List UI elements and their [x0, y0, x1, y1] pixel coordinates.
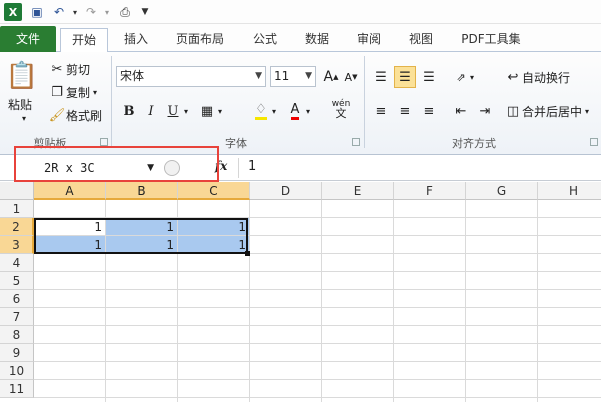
- scissors-icon: ✂: [51, 61, 63, 77]
- tab-insert[interactable]: 插入: [114, 28, 158, 52]
- fill-handle[interactable]: [245, 251, 250, 256]
- chevron-down-icon: ▼: [305, 71, 312, 81]
- row-header-11[interactable]: 11: [0, 380, 34, 398]
- select-all-button[interactable]: [0, 182, 34, 200]
- font-color-dropdown-icon[interactable]: ▾: [302, 100, 314, 122]
- paste-icon[interactable]: 📋: [6, 56, 38, 96]
- increase-indent-icon[interactable]: ⇥: [474, 100, 496, 122]
- tab-formulas[interactable]: 公式: [244, 28, 286, 52]
- alignment-launcher-icon[interactable]: [590, 138, 598, 146]
- ribbon: 📋 粘贴 ▾ ✂ 剪切 ❐ 复制 ▾ 🖌 格式刷 剪贴板 宋体 ▼ 11 ▼ A ▲ A ▼ B…: [0, 52, 601, 155]
- copy-button[interactable]: ❐ 复制 ▾: [48, 83, 97, 101]
- formula-input[interactable]: 1: [248, 159, 256, 174]
- cut-button[interactable]: ✂ 剪切: [48, 60, 90, 78]
- row-header-1[interactable]: 1: [0, 200, 34, 218]
- phonetic-guide-button[interactable]: wén 文: [326, 98, 356, 120]
- wrap-text-button[interactable]: ↩ 自动换行: [504, 68, 570, 86]
- brush-icon: 🖌: [48, 107, 66, 123]
- align-left-icon[interactable]: ≡: [370, 100, 392, 122]
- tab-review[interactable]: 审阅: [348, 28, 390, 52]
- row-header-4[interactable]: 4: [0, 254, 34, 272]
- row-header-5[interactable]: 5: [0, 272, 34, 290]
- row-header-8[interactable]: 8: [0, 326, 34, 344]
- redo-dropdown-icon[interactable]: ▾: [98, 3, 116, 21]
- align-bottom-icon[interactable]: ☰: [418, 66, 440, 88]
- row-header-2[interactable]: 2: [0, 218, 34, 236]
- print-icon[interactable]: ⎙: [116, 3, 134, 21]
- font-size-select[interactable]: 11 ▼: [270, 66, 316, 87]
- column-header-f[interactable]: F: [394, 182, 466, 200]
- row-header-10[interactable]: 10: [0, 362, 34, 380]
- save-icon[interactable]: ▣: [28, 3, 46, 21]
- grow-font-button[interactable]: A ▲: [320, 66, 342, 88]
- row-header-6[interactable]: 6: [0, 290, 34, 308]
- tab-data[interactable]: 数据: [296, 28, 338, 52]
- italic-button[interactable]: I: [140, 100, 162, 122]
- tab-pdf-tools[interactable]: PDF工具集: [454, 28, 528, 52]
- row-header-3[interactable]: 3: [0, 236, 34, 254]
- row-header-7[interactable]: 7: [0, 308, 34, 326]
- excel-logo-icon[interactable]: X: [4, 3, 22, 21]
- fill-color-dropdown-icon[interactable]: ▾: [268, 100, 280, 122]
- align-right-icon[interactable]: ≡: [418, 100, 440, 122]
- merge-icon: ◫: [506, 103, 520, 119]
- align-center-icon[interactable]: ≡: [394, 100, 416, 122]
- border-dropdown-icon[interactable]: ▾: [214, 100, 226, 122]
- name-box-annotation: [14, 146, 219, 182]
- column-header-g[interactable]: G: [466, 182, 538, 200]
- font-launcher-icon[interactable]: [352, 138, 360, 146]
- tab-home[interactable]: 开始: [60, 28, 108, 53]
- tab-view[interactable]: 视图: [400, 28, 442, 52]
- merge-center-button[interactable]: ◫ 合并后居中 ▾: [504, 102, 589, 120]
- shrink-font-button[interactable]: A ▼: [340, 66, 362, 88]
- column-header-e[interactable]: E: [322, 182, 394, 200]
- underline-dropdown-icon[interactable]: ▾: [180, 100, 192, 122]
- copy-icon: ❐: [51, 84, 63, 100]
- column-header-b[interactable]: B: [106, 182, 178, 200]
- clipboard-launcher-icon[interactable]: [100, 138, 108, 146]
- decrease-indent-icon[interactable]: ⇤: [450, 100, 472, 122]
- selection-border: [34, 218, 248, 254]
- column-header-h[interactable]: H: [538, 182, 601, 200]
- tab-page-layout[interactable]: 页面布局: [168, 28, 232, 52]
- tab-file[interactable]: 文件: [0, 26, 56, 52]
- quick-access-toolbar: X ▣ ↶ ▾ ↷ ▾ ⎙ ▼: [0, 0, 601, 24]
- column-header-c[interactable]: C: [178, 182, 250, 200]
- font-name-select[interactable]: 宋体 ▼: [116, 66, 266, 87]
- align-middle-icon[interactable]: ☰: [394, 66, 416, 88]
- column-header-d[interactable]: D: [250, 182, 322, 200]
- alignment-group-label: 对齐方式: [452, 137, 496, 150]
- paste-dropdown-icon[interactable]: ▾: [22, 114, 26, 123]
- row-header-9[interactable]: 9: [0, 344, 34, 362]
- ribbon-tabs: 文件 开始 插入 页面布局 公式 数据 审阅 视图 PDF工具集: [0, 24, 601, 53]
- orientation-dropdown-icon[interactable]: ▾: [466, 66, 478, 88]
- align-top-icon[interactable]: ☰: [370, 66, 392, 88]
- chevron-down-icon: ▼: [255, 71, 262, 81]
- wrap-text-icon: ↩: [507, 69, 519, 85]
- format-painter-button[interactable]: 🖌 格式刷: [48, 106, 102, 124]
- customize-toolbar-icon[interactable]: ▼: [136, 3, 154, 21]
- paste-button[interactable]: 粘贴: [8, 96, 32, 113]
- column-header-a[interactable]: A: [34, 182, 106, 200]
- bold-button[interactable]: B: [118, 100, 140, 122]
